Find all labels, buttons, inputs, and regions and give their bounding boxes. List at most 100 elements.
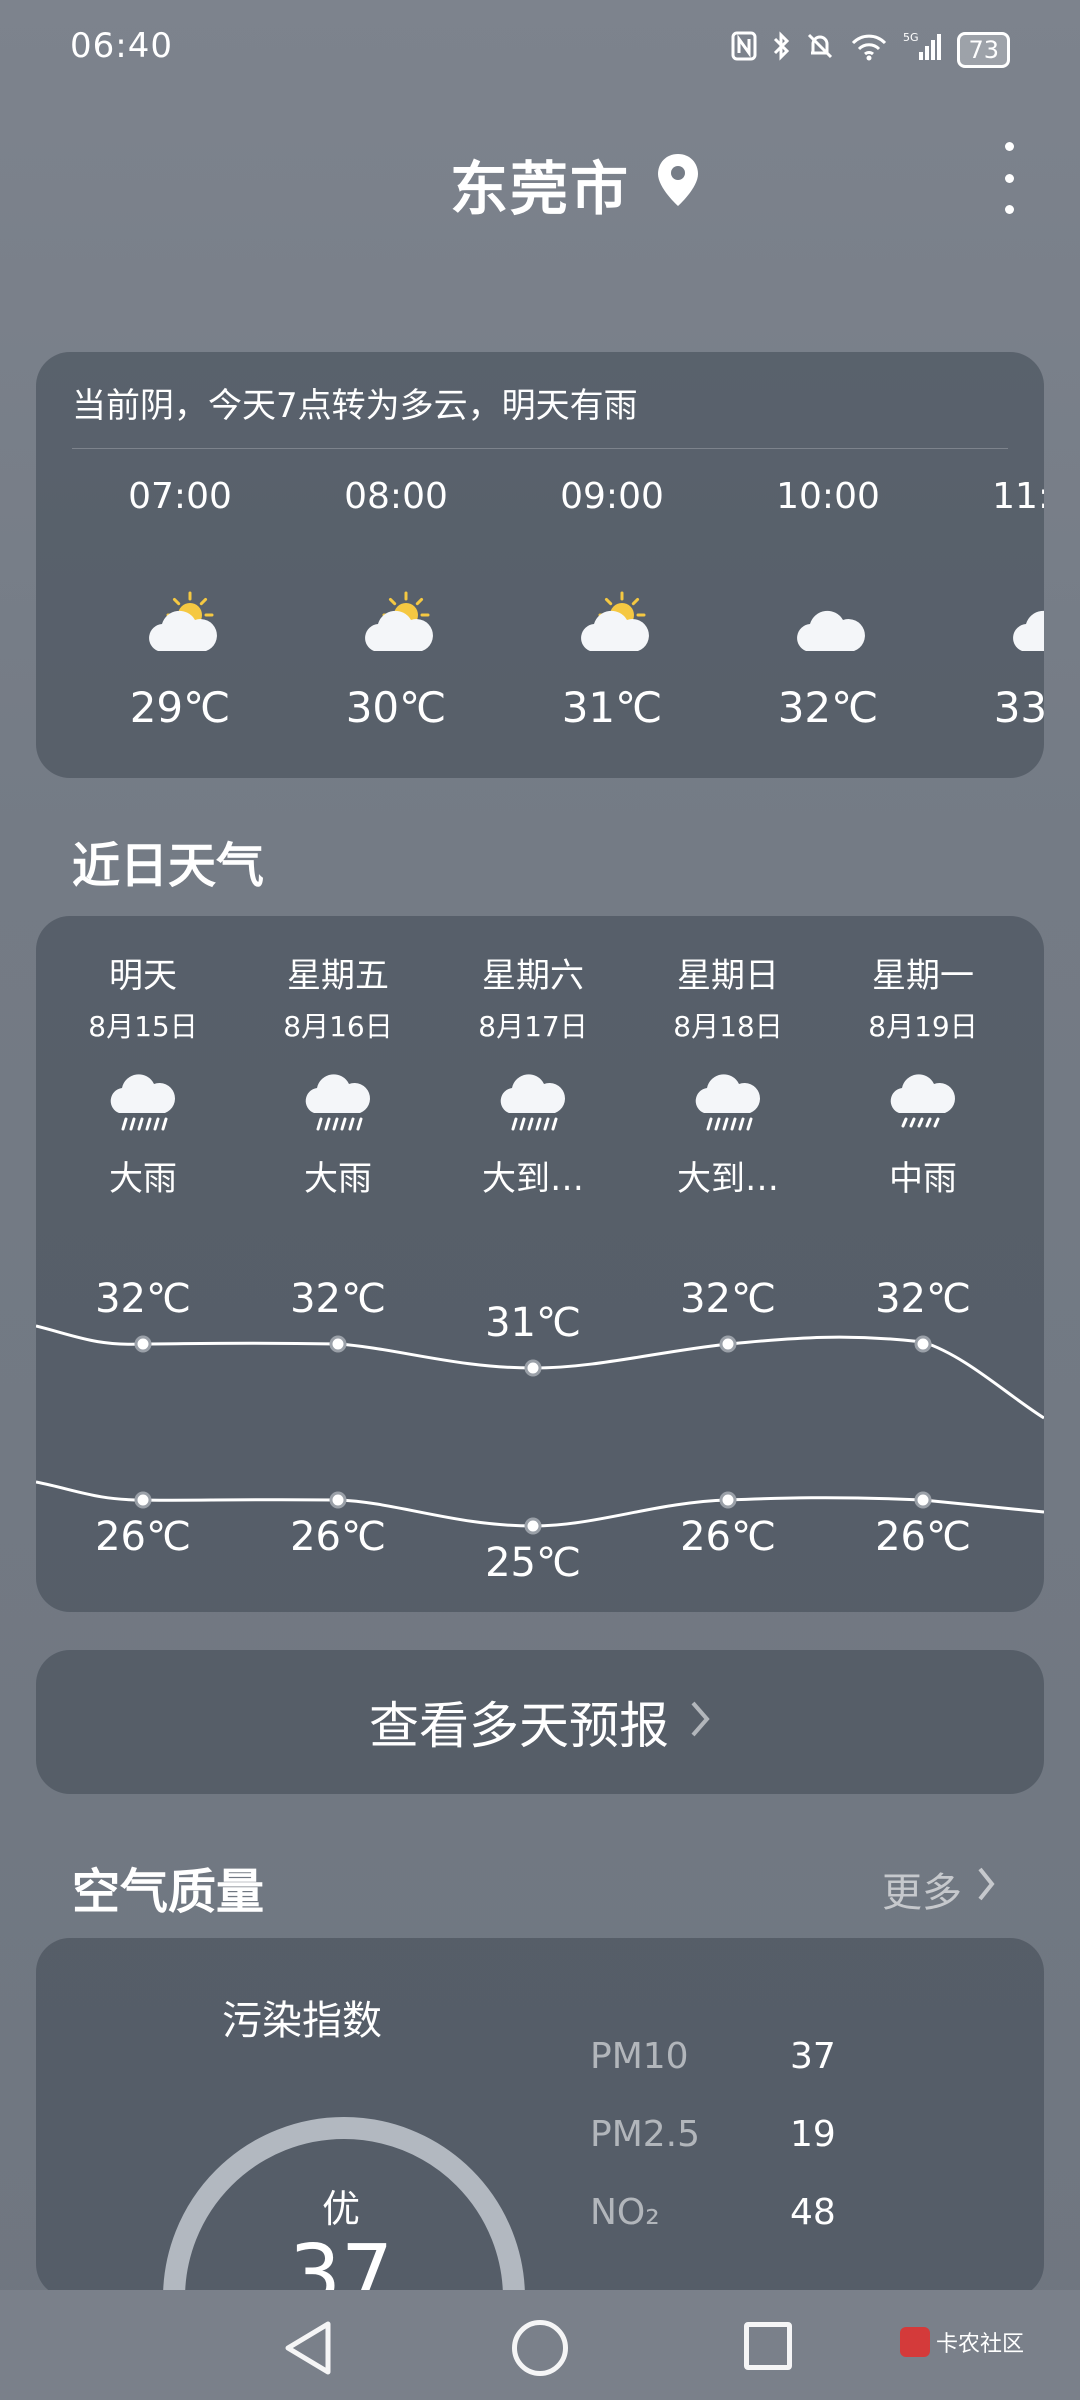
day-condition: 大到… [677,1159,779,1199]
day-condition: 大雨 [304,1159,372,1199]
high-temperature: 31℃ [485,1300,581,1346]
hour-temperature: 31℃ [561,683,663,732]
low-temp-point [134,1491,152,1509]
high-temp-point [134,1335,152,1353]
high-temp-point [914,1335,932,1353]
hour-temperature: 29℃ [129,683,231,732]
hour-time: 09:00 [560,476,664,517]
day-condition: 大雨 [109,1159,177,1199]
high-temperature: 32℃ [875,1276,971,1322]
low-temp-point [914,1491,932,1509]
high-temperature: 32℃ [95,1276,191,1322]
daily-item: 星期日 8月18日大到… [633,948,823,1200]
pollutant-name: NO₂ [590,2192,660,2233]
pollutant-value: 19 [790,2114,836,2155]
day-name: 星期六 [482,956,584,996]
high-temperature: 32℃ [290,1276,386,1322]
divider [72,448,1008,449]
air-quality-card[interactable]: 污染指数 优 37 PM10 37 PM2.5 19 NO₂ 48 [36,1938,1044,2298]
low-temperature: 26℃ [875,1514,971,1560]
multi-day-forecast-button[interactable]: 查看多天预报 [36,1650,1044,1794]
pollutant-value: 37 [790,2036,836,2077]
watermark-logo-icon [900,2327,930,2357]
hour-temperature: 32℃ [777,683,879,732]
recent-weather-title: 近日天气 [72,838,265,894]
low-temperature: 25℃ [485,1540,581,1586]
cloudy-icon [944,589,1044,669]
heavy-rain-icon [48,1063,238,1143]
header: 东莞市 [0,130,1080,230]
watermark-text: 卡农社区 [936,2332,1025,2357]
home-icon[interactable] [512,2320,568,2376]
chevron-right-icon [976,1865,996,1913]
day-date: 8月17日 [478,1010,588,1043]
low-temperature: 26℃ [680,1514,776,1560]
day-condition: 中雨 [889,1159,957,1199]
day-name: 明天 [109,956,177,996]
heavy-rain-icon [633,1063,823,1143]
location-pin-icon[interactable] [656,152,700,212]
hourly-item: 07:00 29℃ [80,476,280,732]
partly-cloudy-icon [80,589,280,669]
wifi-icon [849,31,889,68]
battery-indicator: 73 [957,31,1010,68]
mute-icon [805,31,835,68]
chevron-right-icon [689,1693,711,1751]
hour-time: 11:00 [992,476,1044,517]
partly-cloudy-icon [296,589,496,669]
pollutant-value: 48 [790,2192,836,2233]
high-temp-point [719,1335,737,1353]
day-condition: 大到… [482,1159,584,1199]
day-name: 星期日 [677,956,779,996]
recent-apps-icon[interactable] [744,2322,792,2370]
hourly-item: 10:00 32℃ [728,476,928,732]
hour-time: 08:00 [344,476,448,517]
daily-item: 明天 8月15日大雨 [48,948,238,1200]
high-temperature: 32℃ [680,1276,776,1322]
forecast-button-label: 查看多天预报 [369,1697,669,1755]
day-date: 8月15日 [88,1010,198,1043]
pollution-index-title: 污染指数 [222,1998,382,2044]
aqi-level: 优 [321,2187,360,2231]
status-time: 06:40 [70,26,173,66]
day-date: 8月18日 [673,1010,783,1043]
hourly-item: 11:00 33℃ [944,476,1044,732]
system-navigation-bar: 卡农社区 [0,2290,1080,2400]
status-icons: 5G 73 [731,30,1010,69]
hour-time: 07:00 [128,476,232,517]
aqi-value: 37 [288,2228,394,2298]
day-date: 8月19日 [868,1010,978,1043]
low-temp-point [524,1517,542,1535]
hourly-item: 08:00 30℃ [296,476,496,732]
status-bar: 06:40 5G 73 [0,0,1080,100]
more-vertical-icon[interactable] [996,142,1022,214]
low-temp-point [329,1491,347,1509]
nfc-icon [731,31,757,68]
low-temperature: 26℃ [290,1514,386,1560]
heavy-rain-icon [438,1063,628,1143]
pollutant-name: PM10 [590,2036,689,2077]
hour-temperature: 33℃ [993,683,1044,732]
cloudy-icon [728,589,928,669]
partly-cloudy-icon [512,589,712,669]
pollutant-name: PM2.5 [590,2114,701,2155]
high-temp-point [329,1335,347,1353]
hour-time: 10:00 [776,476,880,517]
high-temp-point [524,1359,542,1377]
watermark: 卡农社区 [900,2326,1024,2358]
daily-forecast-card[interactable]: 明天 8月15日大雨 32℃ 26℃ 星期五 8月16日大雨 32℃ 26℃ 星期六 8月17日大… [36,916,1044,1612]
day-name: 星期一 [872,956,974,996]
svg-text:5G: 5G [903,31,919,44]
city-name[interactable]: 东莞市 [450,142,630,226]
day-name: 星期五 [287,956,389,996]
bluetooth-icon [771,31,791,68]
day-date: 8月16日 [283,1010,393,1043]
hourly-item: 09:00 31℃ [512,476,712,732]
heavy-rain-icon [243,1063,433,1143]
more-link-label: 更多 [882,1870,962,1916]
back-icon[interactable] [282,2320,334,2380]
daily-item: 星期六 8月17日大到… [438,948,628,1200]
low-temp-point [719,1491,737,1509]
hour-temperature: 30℃ [345,683,447,732]
air-quality-more-link[interactable]: 更多 [882,1860,996,1918]
